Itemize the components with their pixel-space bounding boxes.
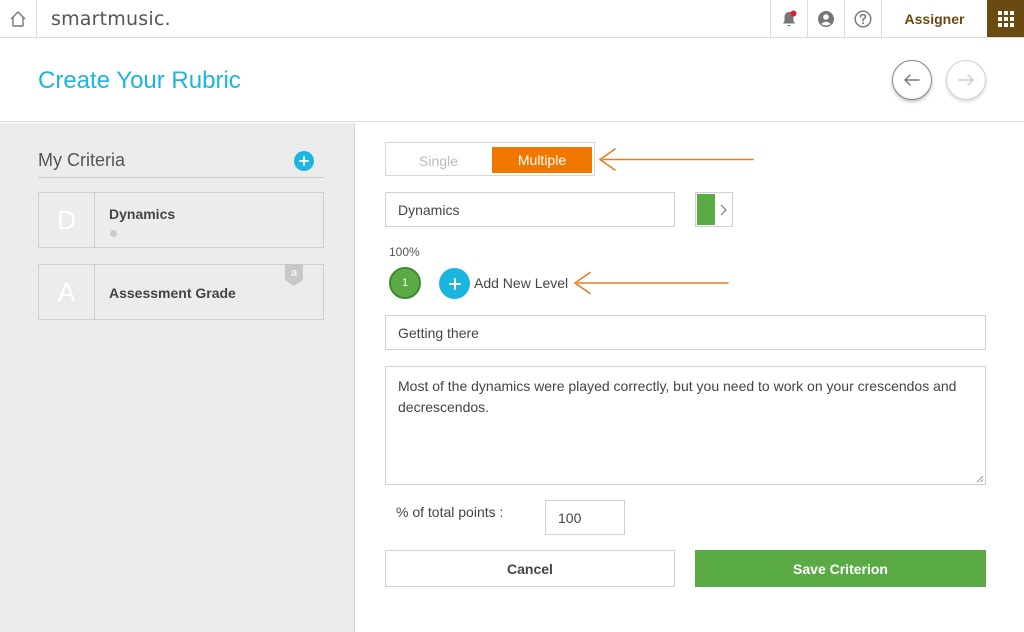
assessment-badge: a xyxy=(285,264,303,286)
help-icon xyxy=(854,9,872,28)
notifications-button[interactable] xyxy=(770,0,807,37)
points-input[interactable] xyxy=(545,500,625,535)
criterion-name: Assessment Grade xyxy=(109,285,236,301)
annotation-arrow xyxy=(574,271,729,295)
resize-grip-icon[interactable] xyxy=(975,474,984,483)
save-criterion-button[interactable]: Save Criterion xyxy=(695,550,986,587)
user-circle-icon xyxy=(818,10,834,27)
criterion-name-input[interactable] xyxy=(385,192,675,227)
criterion-item[interactable]: A Assessment Grade a xyxy=(38,264,324,320)
apps-grid-icon xyxy=(997,10,1014,27)
app-logo[interactable]: smartmusic. xyxy=(51,8,171,30)
add-level-label[interactable]: Add New Level xyxy=(474,275,568,291)
level-description-textarea[interactable]: Most of the dynamics were played correct… xyxy=(385,366,986,485)
help-button[interactable] xyxy=(844,0,881,37)
divider xyxy=(38,177,324,178)
criterion-name: Dynamics xyxy=(109,206,176,222)
criteria-heading: My Criteria xyxy=(38,150,126,170)
home-button[interactable] xyxy=(0,0,37,37)
cancel-button[interactable]: Cancel xyxy=(385,550,675,587)
criterion-letter: D xyxy=(39,193,95,247)
arrow-right-icon xyxy=(958,74,974,86)
apps-menu-button[interactable] xyxy=(987,0,1024,37)
page-header: Create Your Rubric xyxy=(0,38,1024,122)
plus-icon xyxy=(299,156,309,166)
mode-option-multiple[interactable]: Multiple xyxy=(492,147,592,173)
level-indicator-dot xyxy=(110,230,117,237)
forward-button[interactable] xyxy=(946,60,986,100)
level-button[interactable]: 1 xyxy=(389,267,421,299)
plus-icon xyxy=(448,277,461,290)
annotation-arrow xyxy=(599,148,754,171)
criterion-item[interactable]: D Dynamics xyxy=(38,192,324,248)
criterion-letter: A xyxy=(39,265,95,319)
badge-label: a xyxy=(291,267,298,279)
profile-button[interactable] xyxy=(807,0,844,37)
add-criterion-button[interactable] xyxy=(294,151,314,171)
mode-toggle: Single Multiple xyxy=(385,142,595,176)
page-title: Create Your Rubric xyxy=(38,67,241,94)
home-icon xyxy=(10,10,26,27)
notification-dot xyxy=(790,10,797,16)
level-weight: 100% xyxy=(389,245,420,259)
mode-option-single[interactable]: Single xyxy=(392,148,485,173)
role-switcher[interactable]: Assigner xyxy=(881,0,987,37)
points-label: % of total points : xyxy=(396,504,504,520)
chevron-right-icon xyxy=(720,204,727,216)
arrow-left-icon xyxy=(904,74,920,86)
criteria-sidebar: My Criteria D Dynamics A Assessment Grad… xyxy=(0,123,355,632)
color-swatch xyxy=(697,194,715,225)
bell-icon xyxy=(783,10,797,26)
back-button[interactable] xyxy=(892,60,932,100)
level-name-input[interactable] xyxy=(385,315,986,350)
criterion-color-picker[interactable] xyxy=(695,192,733,227)
top-bar: smartmusic. Assigner xyxy=(0,0,1024,38)
add-level-button[interactable] xyxy=(439,268,470,299)
